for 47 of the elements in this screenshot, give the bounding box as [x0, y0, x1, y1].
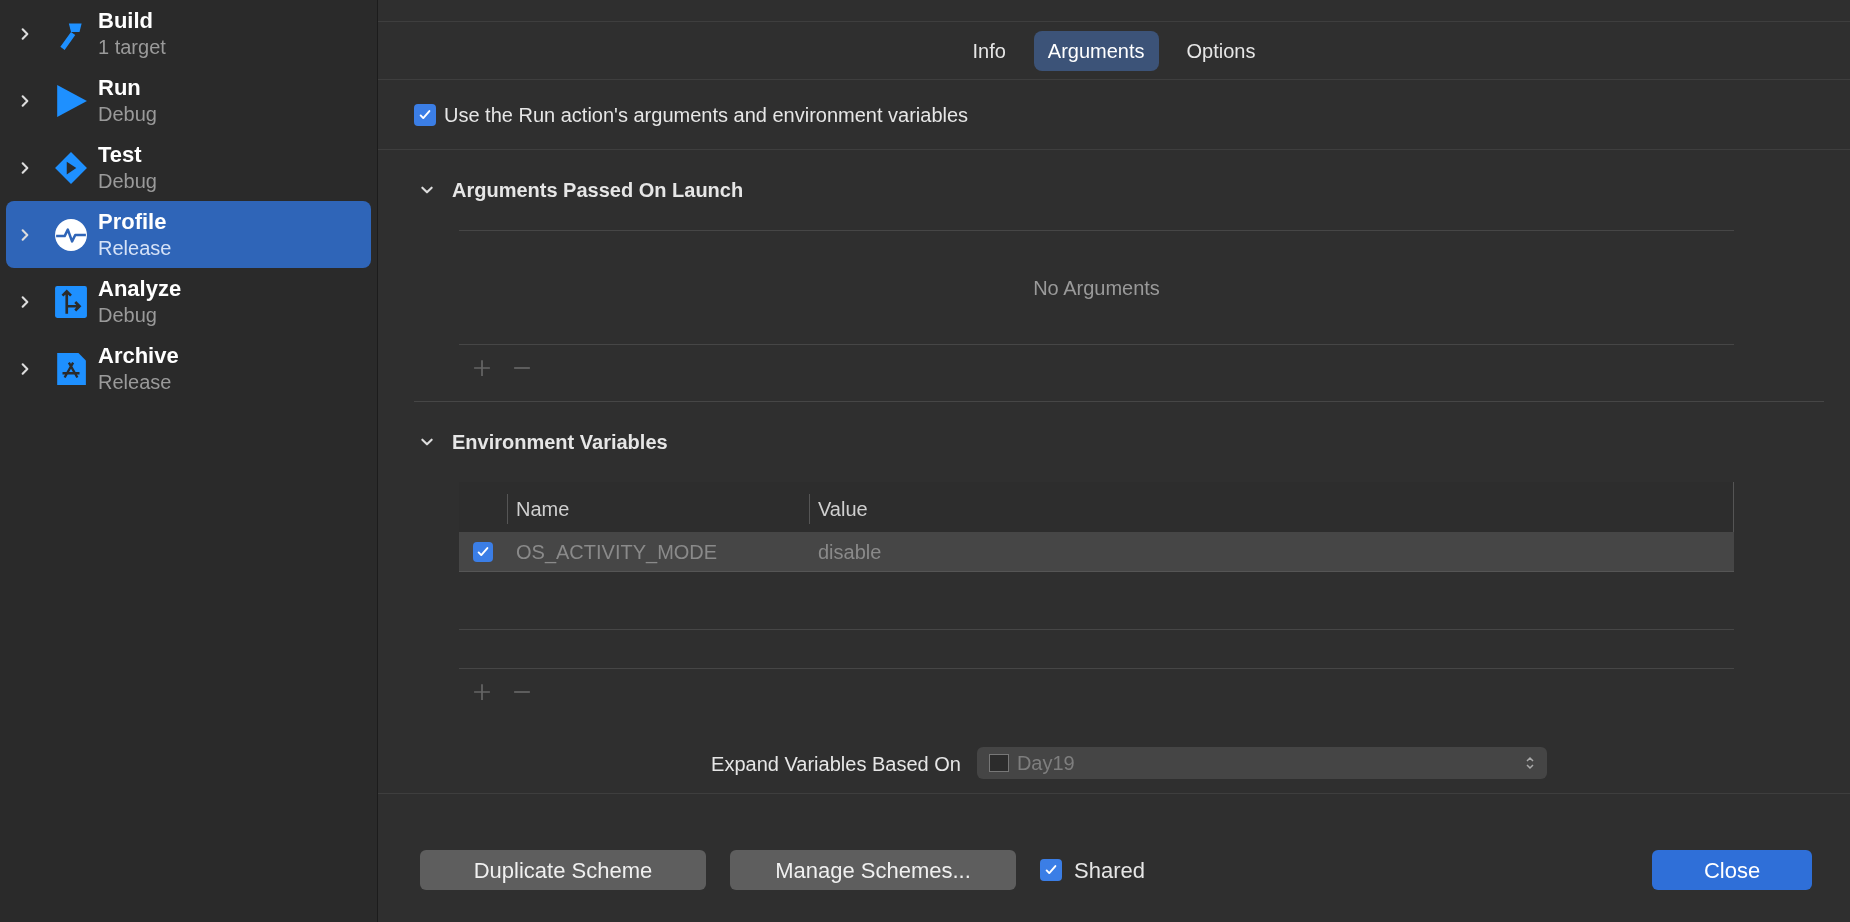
- manage-schemes-button[interactable]: Manage Schemes...: [730, 850, 1016, 890]
- action-configuration: Release: [98, 235, 172, 261]
- field-label: Expand Variables Based On: [711, 752, 961, 777]
- checkbox-label: Use the Run action's arguments and environment variables: [444, 102, 969, 128]
- action-title: Archive: [98, 342, 179, 369]
- close-button[interactable]: Close: [1652, 850, 1812, 890]
- test-diamond-icon: [54, 150, 88, 185]
- branch-icon: [54, 284, 88, 319]
- tab[interactable]: Options: [1172, 30, 1270, 71]
- checkmark-icon: [476, 544, 490, 559]
- scheme-action-item[interactable]: Profile Release: [6, 201, 371, 268]
- action-title: Build: [98, 7, 154, 34]
- duplicate-scheme-button[interactable]: Duplicate Scheme: [420, 850, 706, 890]
- empty-list-text: No Arguments: [1033, 275, 1160, 301]
- checkbox[interactable]: [473, 541, 493, 562]
- checkbox-label: Shared: [1074, 856, 1145, 885]
- checkmark-icon: [418, 107, 432, 122]
- table-cell-text: OS_ACTIVITY_MODE: [515, 539, 719, 566]
- action-title: Test: [98, 141, 143, 168]
- action-configuration: 1 target: [98, 34, 166, 60]
- app-document-icon: [54, 351, 88, 386]
- action-configuration: Debug: [98, 168, 157, 194]
- scheme-action-item[interactable]: Build 1 target: [6, 0, 371, 67]
- action-title: Profile: [98, 208, 168, 235]
- column-header[interactable]: Value: [809, 494, 1733, 524]
- scheme-action-item[interactable]: Analyze Debug: [6, 268, 371, 335]
- tab[interactable]: Arguments: [1033, 30, 1159, 71]
- table-cell-text: disable: [817, 539, 883, 565]
- scheme-action-item[interactable]: Archive Release: [6, 335, 371, 402]
- action-configuration: Release: [98, 369, 173, 395]
- action-configuration: Debug: [98, 302, 158, 328]
- section-title: Environment Variables: [452, 430, 668, 455]
- checkbox[interactable]: [1040, 859, 1062, 881]
- action-title: Analyze: [98, 275, 182, 302]
- action-configuration: Debug: [98, 101, 157, 127]
- scheme-action-item[interactable]: Test Debug: [6, 134, 371, 201]
- stepper-icon: [1524, 755, 1535, 771]
- activity-icon: [54, 217, 88, 252]
- tab[interactable]: Info: [958, 30, 1020, 71]
- section-title: Arguments Passed On Launch: [452, 178, 744, 203]
- play-icon: [54, 83, 88, 118]
- scheme-action-item[interactable]: Run Debug: [6, 67, 371, 134]
- column-header[interactable]: Name: [507, 494, 809, 524]
- checkbox[interactable]: [414, 103, 436, 126]
- checkmark-icon: [1044, 863, 1058, 877]
- terminal-icon: [988, 754, 1009, 772]
- action-title: Run: [98, 74, 142, 101]
